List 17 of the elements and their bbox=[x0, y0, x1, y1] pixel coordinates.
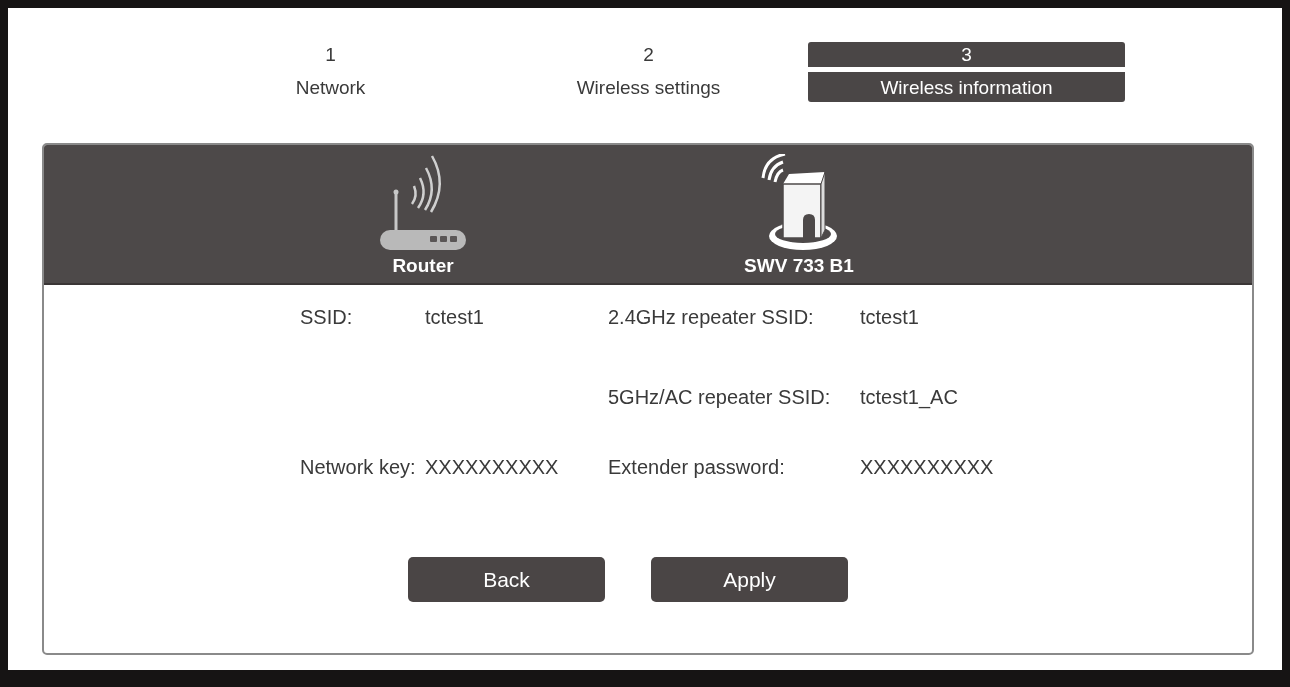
apply-button[interactable]: Apply bbox=[651, 557, 848, 602]
step-tab[interactable]: 1 Network bbox=[172, 42, 489, 102]
extender-icon bbox=[759, 154, 839, 252]
field-value: XXXXXXXXXX bbox=[860, 455, 994, 480]
field-value: tctest1 bbox=[425, 305, 484, 330]
field-label: Extender password: bbox=[608, 455, 786, 480]
step-tab[interactable]: 2 Wireless settings bbox=[490, 42, 807, 102]
router-label: Router bbox=[392, 256, 454, 275]
field-label: 5GHz/AC repeater SSID: bbox=[608, 385, 832, 410]
field-value: XXXXXXXXXX bbox=[425, 455, 559, 480]
back-button[interactable]: Back bbox=[408, 557, 605, 602]
field-label: 2.4GHz repeater SSID: bbox=[608, 305, 815, 330]
field-value: tctest1_AC bbox=[860, 385, 958, 410]
field-label: SSID: bbox=[300, 305, 354, 330]
field-label: Network key: bbox=[300, 455, 417, 480]
field-value: tctest1 bbox=[860, 305, 919, 330]
extender-label: SWV 733 B1 bbox=[744, 256, 854, 275]
